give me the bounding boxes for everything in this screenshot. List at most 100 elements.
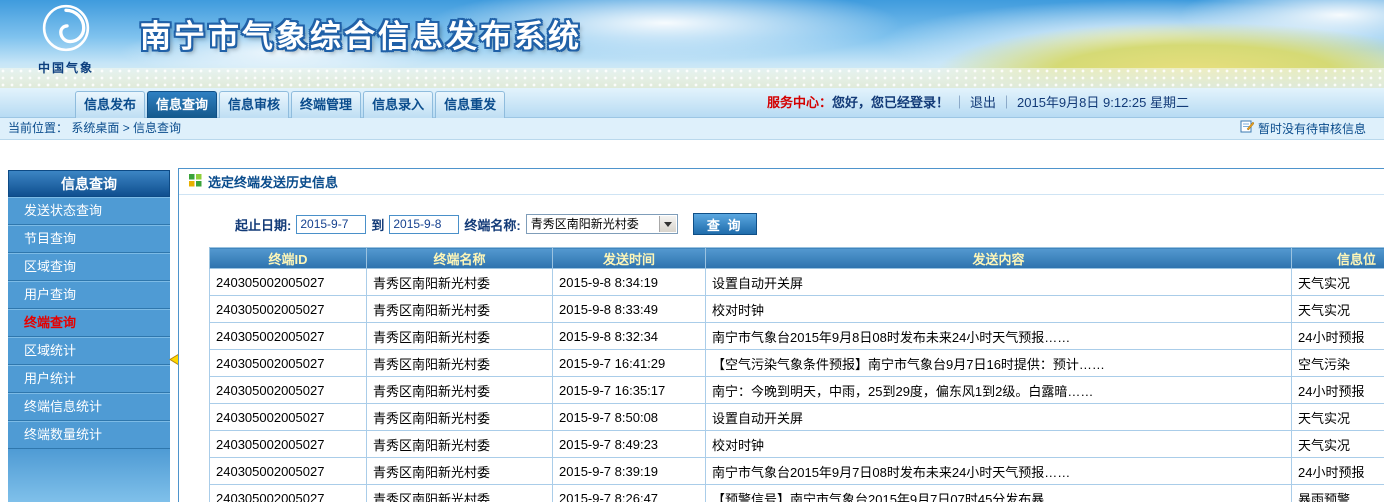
- table-cell: 【预警信号】南宁市气象台2015年9月7日07时45分发布暴……: [706, 485, 1292, 502]
- table-cell: 2015-9-7 8:26:47: [553, 485, 706, 502]
- column-header-1: 终端名称: [367, 248, 553, 269]
- table-cell: 240305002005027: [210, 485, 367, 502]
- to-label: 到: [371, 215, 384, 234]
- table-cell: 2015-9-7 8:39:19: [553, 458, 706, 485]
- service-center-label: 服务中心：: [767, 95, 832, 110]
- table-cell: 南宁市气象台2015年9月8日08时发布未来24小时天气预报……: [706, 323, 1292, 350]
- sidebar-item-6[interactable]: 用户统计: [8, 365, 170, 393]
- table-cell: 天气实况: [1292, 269, 1384, 296]
- query-button[interactable]: 查 询: [693, 213, 757, 235]
- sidebar-item-7[interactable]: 终端信息统计: [8, 393, 170, 421]
- sidebar-item-1[interactable]: 节目查询: [8, 225, 170, 253]
- content-area: 信息查询 发送状态查询节目查询区域查询用户查询终端查询区域统计用户统计终端信息统…: [0, 140, 1384, 502]
- table-cell: 青秀区南阳新光村委: [367, 269, 553, 296]
- table-cell: 青秀区南阳新光村委: [367, 485, 553, 502]
- history-table-wrap: 终端ID终端名称发送时间发送内容信息位 240305002005027青秀区南阳…: [209, 247, 1384, 502]
- nav-right: 服务中心：您好，您已经登录！ ｜ 退出 ｜ 2015年9月8日 9:12:25 星期二: [767, 88, 1189, 118]
- table-cell: 青秀区南阳新光村委: [367, 458, 553, 485]
- sidebar-item-5[interactable]: 区域统计: [8, 337, 170, 365]
- column-header-2: 发送时间: [553, 248, 706, 269]
- table-cell: 240305002005027: [210, 458, 367, 485]
- separator: ｜: [953, 95, 966, 110]
- table-cell: 2015-9-7 16:41:29: [553, 350, 706, 377]
- cyclone-logo-icon: [41, 40, 91, 57]
- table-row[interactable]: 240305002005027青秀区南阳新光村委2015-9-7 16:41:2…: [210, 350, 1384, 377]
- table-cell: 2015-9-7 8:50:08: [553, 404, 706, 431]
- login-greeting: 您好，您已经登录！: [832, 95, 949, 110]
- grid-icon: [189, 174, 202, 190]
- table-cell: 设置自动开关屏: [706, 269, 1292, 296]
- table-cell: 设置自动开关屏: [706, 404, 1292, 431]
- query-form: 起止日期: 到 终端名称: 青秀区南阳新光村委 查 询: [235, 213, 1384, 235]
- table-body: 240305002005027青秀区南阳新光村委2015-9-8 8:34:19…: [210, 269, 1384, 502]
- table-cell: 24小时预报: [1292, 323, 1384, 350]
- table-cell: 校对时钟: [706, 296, 1292, 323]
- table-header-row: 终端ID终端名称发送时间发送内容信息位: [210, 248, 1384, 269]
- sidebar-item-4[interactable]: 终端查询: [8, 309, 170, 337]
- table-cell: 24小时预报: [1292, 458, 1384, 485]
- sidebar-item-0[interactable]: 发送状态查询: [8, 197, 170, 225]
- main-panel: 选定终端发送历史信息 起止日期: 到 终端名称: 青秀区南阳新光村委 查 询 终…: [178, 168, 1384, 502]
- table-cell: 240305002005027: [210, 431, 367, 458]
- table-cell: 【空气污染气象条件预报】南宁市气象台9月7日16时提供：预计……: [706, 350, 1292, 377]
- table-row[interactable]: 240305002005027青秀区南阳新光村委2015-9-7 8:50:08…: [210, 404, 1384, 431]
- page-title: 南宁市气象综合信息发布系统: [140, 11, 582, 56]
- sidebar-items: 发送状态查询节目查询区域查询用户查询终端查询区域统计用户统计终端信息统计终端数量…: [8, 197, 170, 449]
- table-row[interactable]: 240305002005027青秀区南阳新光村委2015-9-7 8:26:47…: [210, 485, 1384, 502]
- table-cell: 240305002005027: [210, 269, 367, 296]
- tab-5[interactable]: 信息重发: [435, 91, 505, 118]
- logo-text: 中国气象: [26, 59, 106, 76]
- datetime-text: 2015年9月8日 9:12:25 星期二: [1017, 95, 1189, 110]
- table-cell: 校对时钟: [706, 431, 1292, 458]
- column-header-0: 终端ID: [210, 248, 367, 269]
- table-row[interactable]: 240305002005027青秀区南阳新光村委2015-9-7 8:39:19…: [210, 458, 1384, 485]
- pending-notice-text: 暂时没有待审核信息: [1258, 119, 1366, 140]
- note-icon: [1240, 119, 1254, 140]
- sidebar-item-3[interactable]: 用户查询: [8, 281, 170, 309]
- column-header-3: 发送内容: [706, 248, 1292, 269]
- sidebar-fill: [8, 449, 170, 502]
- tab-1[interactable]: 信息查询: [147, 91, 217, 118]
- table-cell: 天气实况: [1292, 296, 1384, 323]
- table-cell: 天气实况: [1292, 404, 1384, 431]
- section-header: 选定终端发送历史信息: [179, 169, 1384, 195]
- column-header-4: 信息位: [1292, 248, 1384, 269]
- date-from-input[interactable]: [296, 215, 366, 234]
- flower-field-decoration: [0, 68, 1384, 88]
- table-row[interactable]: 240305002005027青秀区南阳新光村委2015-9-8 8:34:19…: [210, 269, 1384, 296]
- table-cell: 南宁市气象台2015年9月7日08时发布未来24小时天气预报……: [706, 458, 1292, 485]
- separator: ｜: [1000, 95, 1013, 110]
- table-row[interactable]: 240305002005027青秀区南阳新光村委2015-9-8 8:32:34…: [210, 323, 1384, 350]
- table-cell: 240305002005027: [210, 323, 367, 350]
- sidebar: 信息查询 发送状态查询节目查询区域查询用户查询终端查询区域统计用户统计终端信息统…: [8, 170, 170, 502]
- table-cell: 240305002005027: [210, 377, 367, 404]
- tab-4[interactable]: 信息录入: [363, 91, 433, 118]
- table-cell: 240305002005027: [210, 350, 367, 377]
- terminal-name-label: 终端名称:: [464, 215, 520, 234]
- table-cell: 2015-9-7 16:35:17: [553, 377, 706, 404]
- logout-link[interactable]: 退出: [970, 95, 996, 110]
- sidebar-item-2[interactable]: 区域查询: [8, 253, 170, 281]
- breadcrumb-bar: 当前位置： 系统桌面 > 信息查询 暂时没有待审核信息: [0, 118, 1384, 140]
- sidebar-title: 信息查询: [8, 170, 170, 197]
- table-cell: 南宁：今晚到明天，中雨，25到29度，偏东风1到2级。白露暗……: [706, 377, 1292, 404]
- table-cell: 天气实况: [1292, 431, 1384, 458]
- table-cell: 青秀区南阳新光村委: [367, 404, 553, 431]
- sidebar-item-8[interactable]: 终端数量统计: [8, 421, 170, 449]
- terminal-select-value: 青秀区南阳新光村委: [531, 217, 639, 231]
- location-label: 当前位置：: [8, 121, 68, 135]
- table-cell: 青秀区南阳新光村委: [367, 323, 553, 350]
- tab-2[interactable]: 信息审核: [219, 91, 289, 118]
- table-row[interactable]: 240305002005027青秀区南阳新光村委2015-9-8 8:33:49…: [210, 296, 1384, 323]
- pending-review-notice: 暂时没有待审核信息: [1240, 118, 1366, 140]
- date-to-input[interactable]: [389, 215, 459, 234]
- table-row[interactable]: 240305002005027青秀区南阳新光村委2015-9-7 8:49:23…: [210, 431, 1384, 458]
- table-cell: 青秀区南阳新光村委: [367, 296, 553, 323]
- breadcrumb[interactable]: 系统桌面 > 信息查询: [71, 121, 181, 135]
- tab-0[interactable]: 信息发布: [75, 91, 145, 118]
- table-cell: 240305002005027: [210, 404, 367, 431]
- table-cell: 2015-9-7 8:49:23: [553, 431, 706, 458]
- table-row[interactable]: 240305002005027青秀区南阳新光村委2015-9-7 16:35:1…: [210, 377, 1384, 404]
- tab-3[interactable]: 终端管理: [291, 91, 361, 118]
- terminal-select[interactable]: 青秀区南阳新光村委: [526, 214, 678, 234]
